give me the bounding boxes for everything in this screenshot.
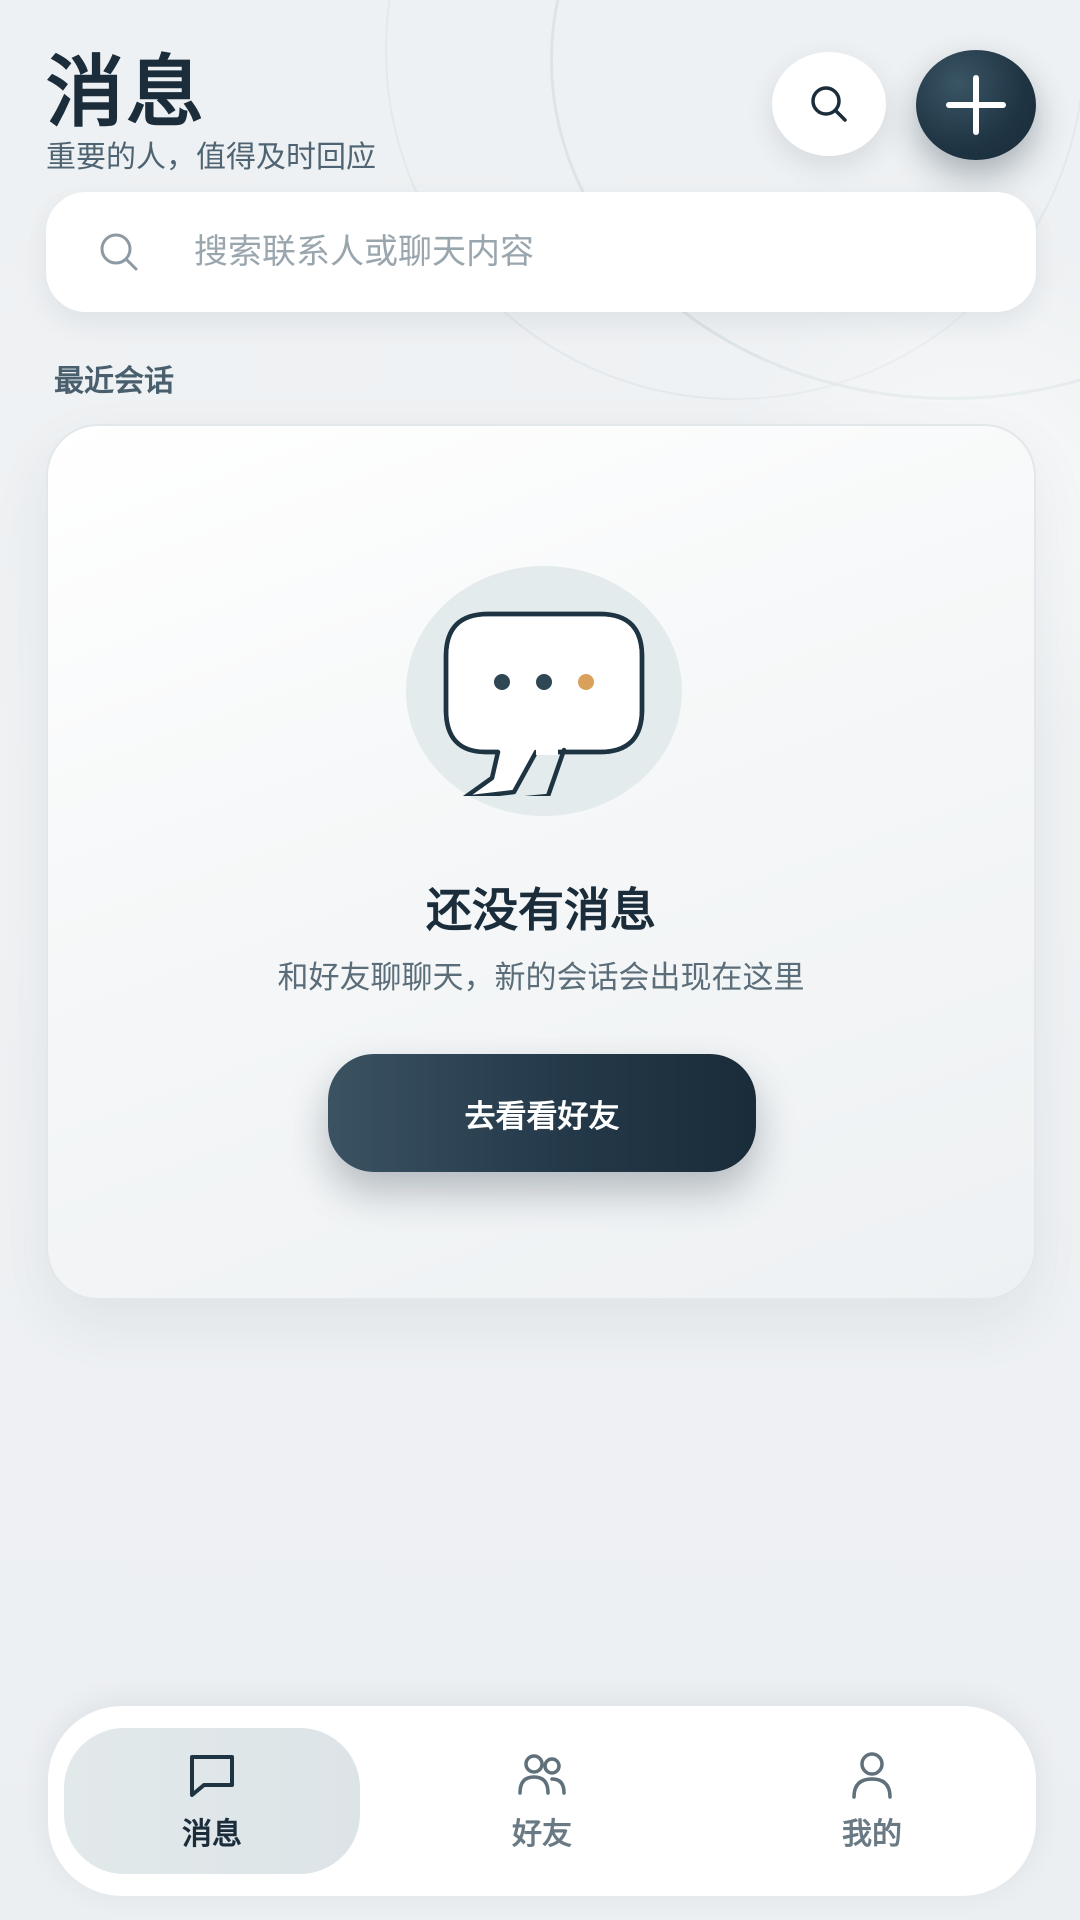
search-icon <box>100 233 138 271</box>
typing-dot-accent <box>578 674 594 690</box>
nav-item-messages[interactable]: 消息 <box>64 1728 360 1874</box>
search-icon <box>811 86 847 122</box>
friends-icon <box>518 1754 566 1795</box>
page-title: 消息 <box>46 48 207 138</box>
plus-icon <box>946 75 1006 135</box>
recent-conversations-label: 最近会话 <box>54 364 174 399</box>
nav-label: 我的 <box>842 1817 902 1852</box>
search-field[interactable] <box>46 192 1036 312</box>
search-input[interactable] <box>194 220 994 284</box>
page-subtitle: 重要的人，值得及时回应 <box>46 140 376 175</box>
search-button[interactable] <box>772 52 886 156</box>
nav-label: 好友 <box>512 1817 572 1852</box>
nav-item-friends[interactable]: 好友 <box>394 1728 690 1874</box>
typing-dot <box>494 674 510 690</box>
empty-state-card: 还没有消息 和好友聊聊天，新的会话会出现在这里 去看看好友 <box>46 424 1036 1300</box>
view-friends-button[interactable]: 去看看好友 <box>328 1054 756 1172</box>
messages-screen: 消息 重要的人，值得及时回应 最近会话 还没有消 <box>0 0 1080 1920</box>
empty-state-title: 还没有消息 <box>426 883 656 937</box>
empty-state-description: 和好友聊聊天，新的会话会出现在这里 <box>277 960 805 996</box>
bottom-navigation: 消息 好友 我的 <box>48 1706 1036 1896</box>
nav-item-profile[interactable]: 我的 <box>724 1728 1020 1874</box>
message-icon <box>190 1755 234 1797</box>
typing-dot <box>536 674 552 690</box>
profile-icon <box>852 1752 892 1799</box>
chat-bubble-icon <box>443 611 645 796</box>
add-button[interactable] <box>916 50 1036 160</box>
nav-label: 消息 <box>182 1817 242 1852</box>
